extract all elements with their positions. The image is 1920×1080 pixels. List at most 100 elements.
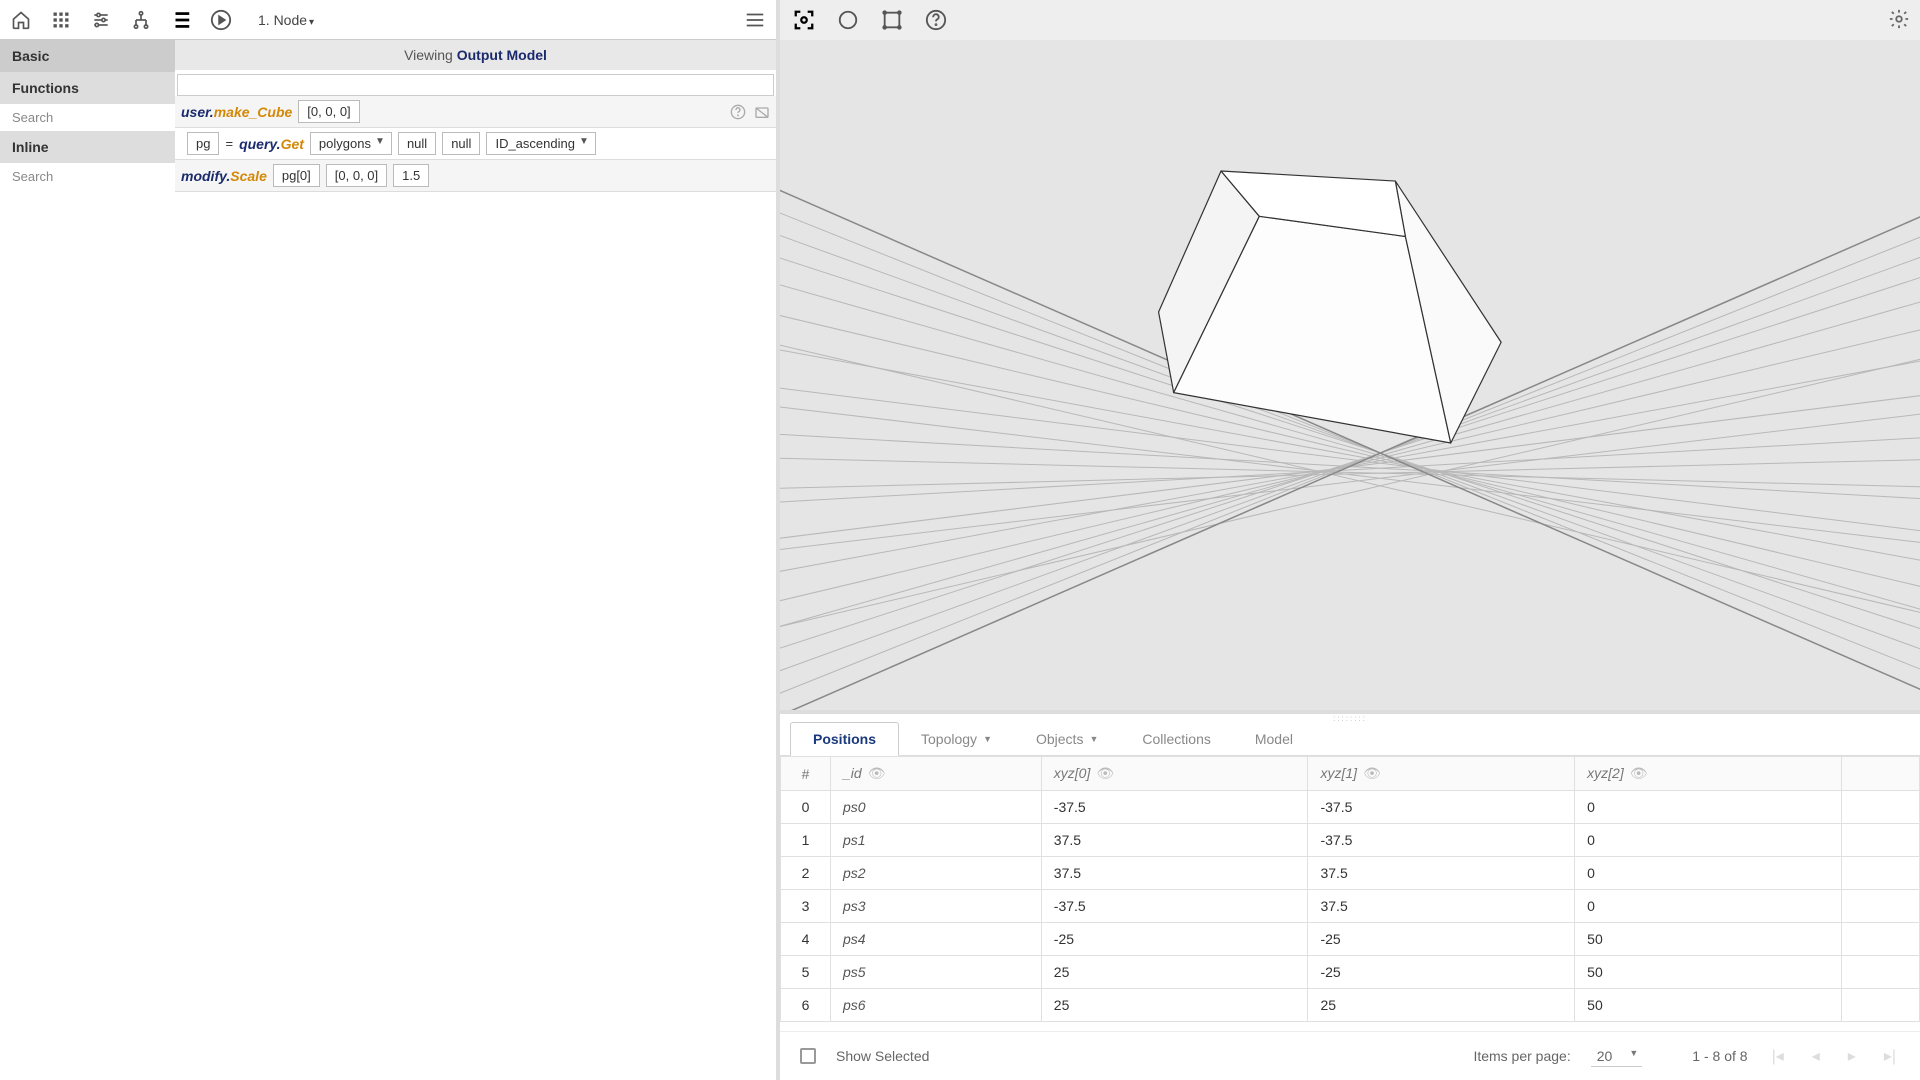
cell-xyz2: 50	[1575, 956, 1842, 989]
help-icon[interactable]	[730, 104, 746, 120]
param-box[interactable]: pg[0]	[273, 164, 320, 187]
cell-xyz1: -37.5	[1308, 824, 1575, 857]
cell-empty	[1841, 989, 1919, 1022]
cell-index: 2	[781, 857, 831, 890]
eye-icon[interactable]: 👁	[868, 765, 886, 781]
table-row[interactable]: 3ps3-37.537.50	[781, 890, 1920, 923]
grid-icon[interactable]	[50, 9, 72, 31]
col-empty	[1841, 757, 1919, 791]
category-basic[interactable]: Basic	[0, 40, 175, 72]
drag-handle[interactable]: ::::::::	[780, 714, 1920, 722]
col-index[interactable]: #	[781, 757, 831, 791]
cell-xyz1: 37.5	[1308, 890, 1575, 923]
prev-page-button[interactable]: ◂	[1808, 1042, 1824, 1070]
data-tabs: Positions Topology▼ Objects▼ Collections…	[780, 722, 1920, 756]
list-icon[interactable]	[170, 9, 192, 31]
show-selected-checkbox[interactable]	[800, 1048, 816, 1064]
cell-index: 1	[781, 824, 831, 857]
table-row[interactable]: 4ps4-25-2550	[781, 923, 1920, 956]
first-page-button[interactable]: |◂	[1768, 1042, 1788, 1070]
cell-xyz0: 37.5	[1041, 824, 1308, 857]
var-box[interactable]: pg	[187, 132, 219, 155]
tab-objects[interactable]: Objects▼	[1014, 722, 1120, 755]
flowchart-icon[interactable]	[130, 9, 152, 31]
param-box[interactable]: 1.5	[393, 164, 429, 187]
node-selector[interactable]: 1. Node▾	[258, 12, 314, 28]
code-search-input[interactable]	[177, 74, 774, 96]
tab-topology[interactable]: Topology▼	[899, 722, 1014, 755]
items-per-page-select[interactable]: 20	[1591, 1046, 1643, 1067]
param-box[interactable]: [0, 0, 0]	[298, 100, 359, 123]
cell-xyz2: 0	[1575, 791, 1842, 824]
param-box[interactable]: null	[442, 132, 480, 155]
category-functions[interactable]: Functions	[0, 72, 175, 104]
home-icon[interactable]	[10, 9, 32, 31]
tab-positions[interactable]: Positions	[790, 722, 899, 756]
table-row[interactable]: 6ps6252550	[781, 989, 1920, 1022]
col-id[interactable]: _id👁	[831, 757, 1042, 791]
eye-icon[interactable]: 👁	[1363, 765, 1381, 781]
col-xyz2[interactable]: xyz[2]👁	[1575, 757, 1842, 791]
eye-icon[interactable]: 👁	[1096, 765, 1114, 781]
disable-icon[interactable]	[754, 104, 770, 120]
cell-id: ps2	[831, 857, 1042, 890]
code-line-2[interactable]: pg = query.Get polygons null null ID_asc…	[175, 128, 776, 160]
tab-collections[interactable]: Collections	[1120, 722, 1232, 755]
table-row[interactable]: 1ps137.5-37.50	[781, 824, 1920, 857]
left-sidebar: Basic Functions Search Inline Search	[0, 40, 175, 1080]
viewing-bar: Viewing Output Model	[175, 40, 776, 70]
param-select[interactable]: ID_ascending	[486, 132, 596, 155]
table-row[interactable]: 2ps237.537.50	[781, 857, 1920, 890]
cell-xyz1: -25	[1308, 923, 1575, 956]
cell-xyz2: 0	[1575, 890, 1842, 923]
cell-id: ps0	[831, 791, 1042, 824]
cell-empty	[1841, 857, 1919, 890]
col-xyz0[interactable]: xyz[0]👁	[1041, 757, 1308, 791]
category-inline[interactable]: Inline	[0, 131, 175, 163]
show-selected-label: Show Selected	[836, 1048, 929, 1064]
table-row[interactable]: 5ps525-2550	[781, 956, 1920, 989]
sliders-icon[interactable]	[90, 9, 112, 31]
cell-id: ps4	[831, 923, 1042, 956]
hamburger-icon[interactable]	[744, 9, 766, 31]
cell-empty	[1841, 791, 1919, 824]
viewport-toolbar	[780, 0, 1920, 40]
param-box[interactable]: [0, 0, 0]	[326, 164, 387, 187]
cell-empty	[1841, 923, 1919, 956]
functions-search[interactable]: Search	[0, 104, 175, 131]
cell-index: 0	[781, 791, 831, 824]
paginator: Show Selected Items per page: 20 1 - 8 o…	[780, 1031, 1920, 1080]
last-page-button[interactable]: ▸|	[1880, 1042, 1900, 1070]
tab-model[interactable]: Model	[1233, 722, 1315, 755]
select-icon[interactable]	[880, 8, 904, 32]
positions-table: # _id👁 xyz[0]👁 xyz[1]👁 xyz[2]👁 0ps0-37.5…	[780, 756, 1920, 1022]
cell-xyz1: -25	[1308, 956, 1575, 989]
cell-index: 3	[781, 890, 831, 923]
gear-icon[interactable]	[1888, 8, 1910, 30]
table-row[interactable]: 0ps0-37.5-37.50	[781, 791, 1920, 824]
cell-xyz1: 37.5	[1308, 857, 1575, 890]
eye-icon[interactable]: 👁	[1630, 765, 1648, 781]
items-per-page-label: Items per page:	[1473, 1048, 1570, 1064]
play-icon[interactable]	[210, 9, 232, 31]
cell-id: ps5	[831, 956, 1042, 989]
code-area: Viewing Output Model user.make_Cube [0, …	[175, 40, 776, 1080]
cell-xyz2: 0	[1575, 857, 1842, 890]
help-circle-icon[interactable]	[924, 8, 948, 32]
cell-empty	[1841, 824, 1919, 857]
circle-icon[interactable]	[836, 8, 860, 32]
left-panel: 1. Node▾ Basic Functions Search Inline S…	[0, 0, 780, 1080]
code-line-3[interactable]: modify.Scale pg[0] [0, 0, 0] 1.5	[175, 160, 776, 192]
top-toolbar: 1. Node▾	[0, 0, 776, 40]
cell-id: ps1	[831, 824, 1042, 857]
cell-xyz0: -37.5	[1041, 890, 1308, 923]
page-range: 1 - 8 of 8	[1692, 1048, 1747, 1064]
param-select[interactable]: polygons	[310, 132, 392, 155]
param-box[interactable]: null	[398, 132, 436, 155]
code-line-1[interactable]: user.make_Cube [0, 0, 0]	[175, 96, 776, 128]
col-xyz1[interactable]: xyz[1]👁	[1308, 757, 1575, 791]
3d-viewport[interactable]	[780, 40, 1920, 710]
inline-search[interactable]: Search	[0, 163, 175, 190]
next-page-button[interactable]: ▸	[1844, 1042, 1860, 1070]
zoom-fit-icon[interactable]	[792, 8, 816, 32]
